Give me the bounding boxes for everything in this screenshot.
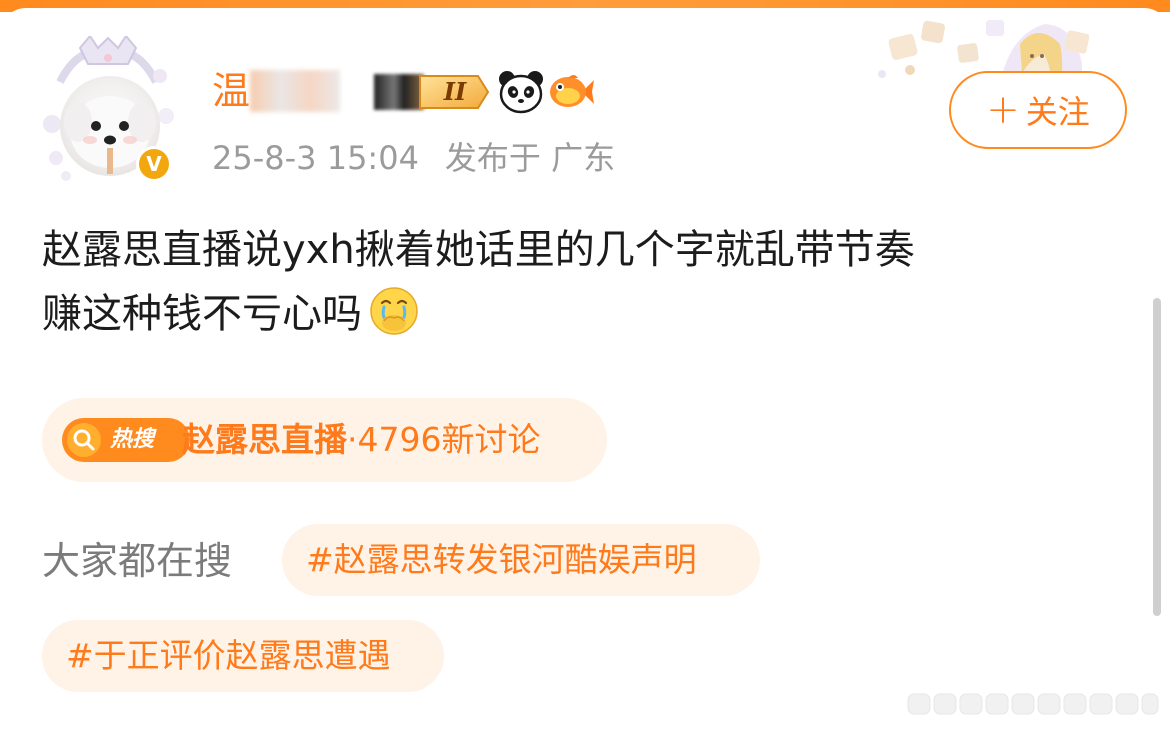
post-text-line-1: 赵露思直播说yxh揪着她话里的几个字就乱带节奏	[42, 227, 915, 273]
post-location: 发布于 广东	[444, 139, 616, 177]
follow-button-label: 关注	[1025, 93, 1090, 131]
hot-search-count: 4796新讨论	[357, 420, 541, 459]
verified-badge: V	[136, 146, 172, 182]
topic-tag-chip[interactable]: #赵露思转发银河酷娱声明	[282, 524, 760, 596]
username[interactable]: 温	[212, 66, 250, 116]
post-text-line-2-text: 赚这种钱不亏心吗	[42, 291, 362, 337]
hot-search-chip[interactable]: 热搜 赵露思直播·4796新讨论	[42, 398, 607, 482]
panda-icon[interactable]	[498, 70, 544, 114]
crying-face-icon	[370, 287, 418, 335]
everyone-searching-label: 大家都在搜	[42, 539, 233, 583]
hot-search-text: 赵露思直播·4796新讨论	[182, 414, 540, 466]
avatar-group[interactable]: V	[38, 36, 178, 186]
fish-icon[interactable]	[548, 70, 596, 114]
follow-button[interactable]: + 关注	[949, 71, 1127, 149]
level-badge-text: II	[443, 77, 467, 106]
verified-badge-text: V	[139, 149, 169, 179]
plus-icon: +	[986, 87, 1020, 133]
post-text-line-2: 赚这种钱不亏心吗	[42, 282, 1122, 346]
watermark-dots	[907, 693, 1159, 715]
scrollbar[interactable]	[1153, 298, 1161, 616]
topic-tag-chip[interactable]: #于正评价赵露思遭遇	[42, 620, 444, 692]
post-body: 赵露思直播说yxh揪着她话里的几个字就乱带节奏 赚这种钱不亏心吗	[42, 218, 1122, 346]
username-redaction	[250, 70, 340, 112]
post-meta: 25-8-3 15:04 发布于 广东	[212, 136, 615, 180]
hot-search-separator: ·	[347, 420, 358, 459]
post-timestamp: 25-8-3 15:04	[212, 139, 419, 177]
hot-search-topic: 赵露思直播	[182, 420, 347, 459]
hot-search-tag-label: 热搜	[110, 427, 155, 452]
